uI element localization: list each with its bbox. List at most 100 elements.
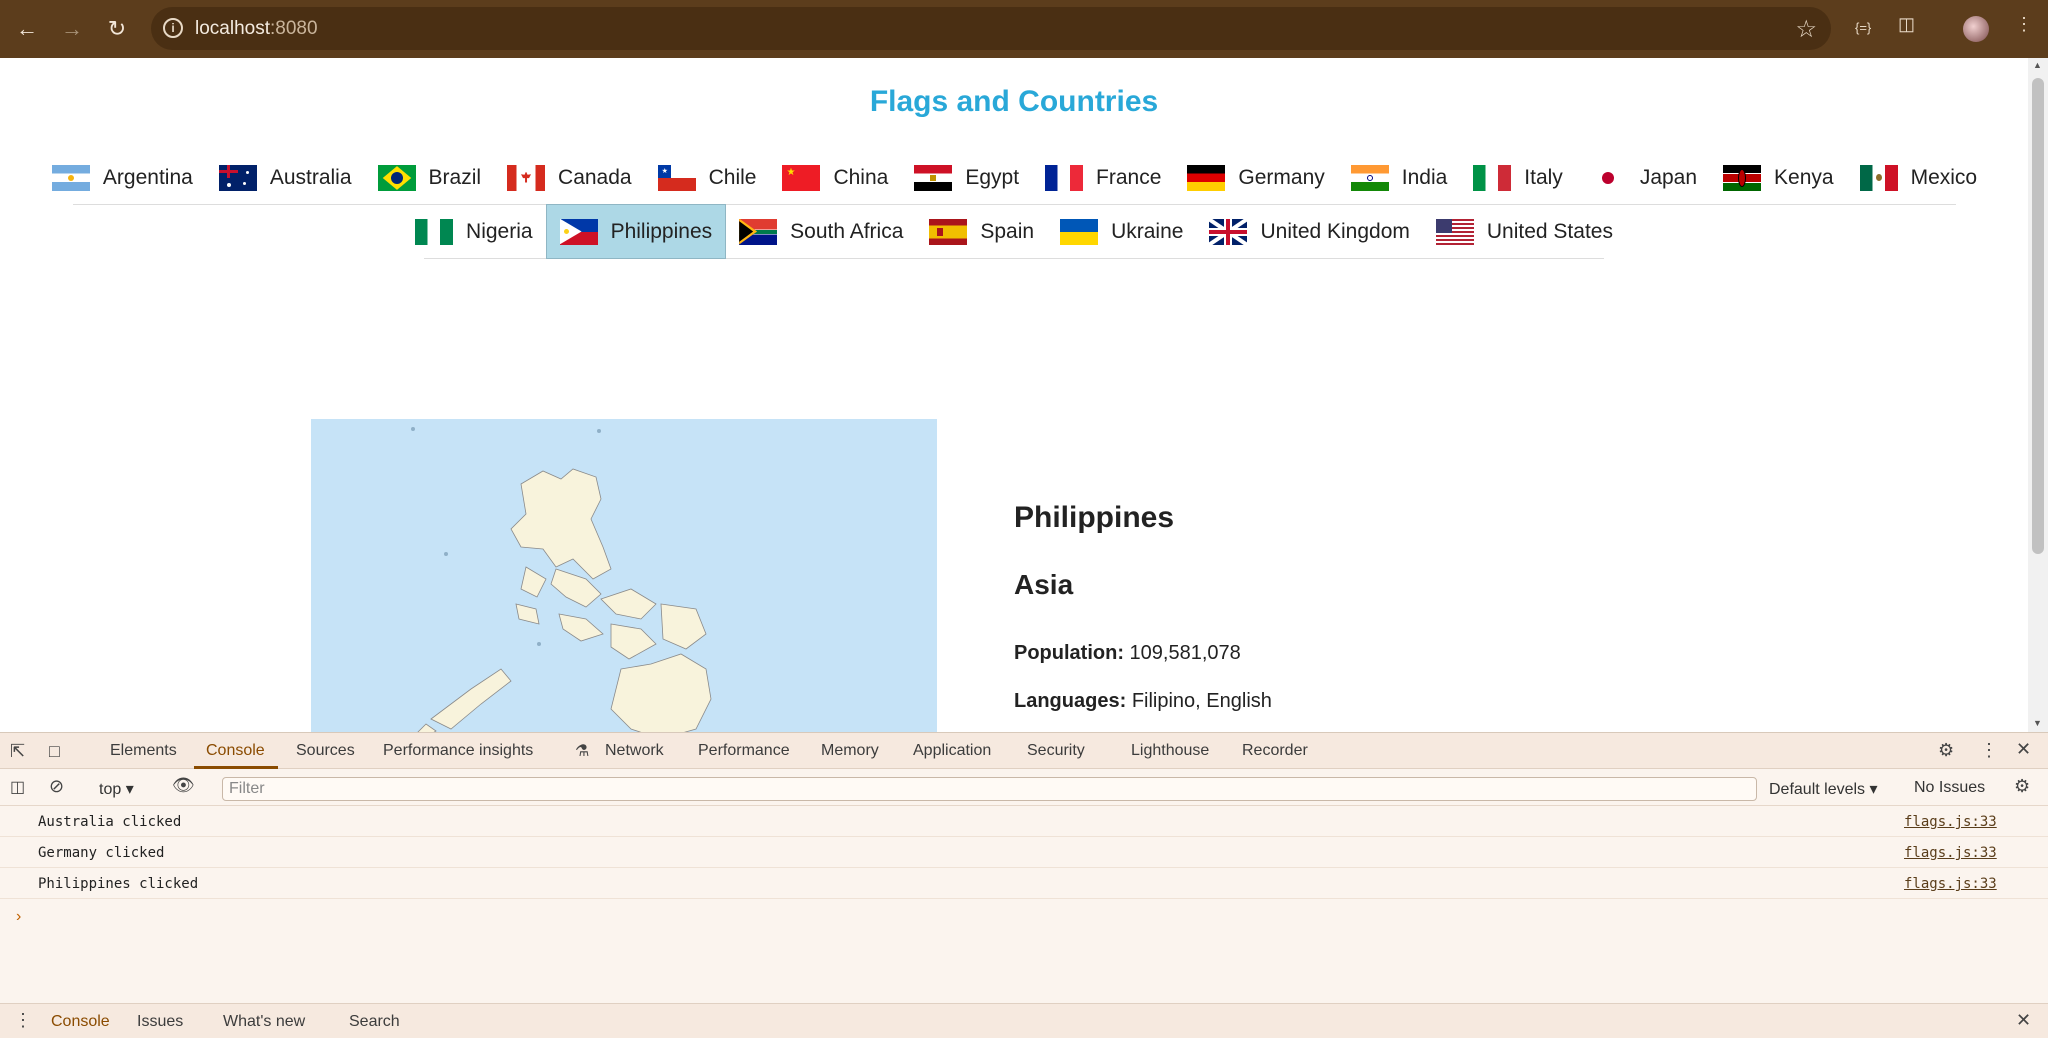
flag-label: Mexico: [1910, 165, 1978, 189]
chile-flag-icon: ★: [657, 164, 696, 191]
flag-item-south-africa[interactable]: South Africa: [726, 204, 916, 259]
page-scrollbar[interactable]: ▲ ▼: [2028, 58, 2048, 732]
back-icon[interactable]: ←: [12, 14, 42, 44]
tab-lighthouse[interactable]: Lighthouse: [1131, 742, 1209, 760]
log-message: Australia clicked: [38, 814, 182, 830]
philippines-flag-icon: [559, 218, 598, 245]
scroll-up-icon[interactable]: ▲: [2033, 60, 2042, 70]
settings-gear-icon[interactable]: ⚙: [1938, 740, 1954, 761]
population-line: Population: 109,581,078: [1014, 642, 1241, 665]
log-levels-dropdown[interactable]: Default levels ▾: [1769, 779, 1878, 799]
context-selector[interactable]: top ▾: [99, 779, 134, 799]
log-source-link[interactable]: flags.js:33: [1904, 876, 1997, 892]
flag-item-mexico[interactable]: Mexico: [1847, 150, 1991, 205]
flag-item-chile[interactable]: ★ Chile: [645, 150, 770, 205]
experiment-flask-icon: ⚗: [575, 743, 590, 760]
issues-counter[interactable]: No Issues: [1914, 779, 1985, 797]
extension-json-icon[interactable]: {=}: [1855, 20, 1871, 35]
address-bar[interactable]: i localhost:8080 ☆: [151, 7, 1831, 50]
url-host: localhost: [195, 18, 270, 39]
flag-item-india[interactable]: India: [1338, 150, 1461, 205]
inspect-element-icon[interactable]: ⇱: [10, 741, 25, 762]
mexico-flag-icon: [1859, 164, 1898, 191]
console-log-row: Australia clicked flags.js:33: [0, 807, 2048, 837]
flag-item-australia[interactable]: Australia: [206, 150, 365, 205]
drawer-tab-console[interactable]: Console: [51, 1013, 110, 1031]
browser-toolbar: ← → ↻ i localhost:8080 ☆ {=} ◫ ⋮: [0, 0, 2048, 58]
flag-item-italy[interactable]: Italy: [1460, 150, 1576, 205]
sidebar-toggle-icon[interactable]: ◫: [10, 777, 25, 797]
tab-network[interactable]: Network: [605, 742, 664, 760]
extensions-puzzle-icon[interactable]: ◫: [1898, 14, 1915, 35]
more-options-icon[interactable]: ⋮: [1980, 740, 1998, 761]
south-africa-flag-icon: [739, 218, 778, 245]
live-expression-eye-icon[interactable]: 👁: [172, 775, 195, 796]
drawer-tab-search[interactable]: Search: [349, 1013, 400, 1031]
forward-icon[interactable]: →: [57, 14, 87, 44]
tab-application[interactable]: Application: [913, 742, 991, 760]
india-flag-icon: [1350, 164, 1389, 191]
flag-label: United Kingdom: [1260, 219, 1410, 243]
flag-item-brazil[interactable]: Brazil: [365, 150, 495, 205]
console-settings-icon[interactable]: ⚙: [2014, 776, 2030, 797]
flag-item-nigeria[interactable]: Nigeria: [402, 204, 546, 259]
site-info-icon[interactable]: i: [163, 18, 183, 38]
flag-item-kenya[interactable]: Kenya: [1710, 150, 1847, 205]
profile-avatar[interactable]: [1963, 16, 1989, 42]
tab-performance[interactable]: Performance: [698, 742, 790, 760]
flag-label: South Africa: [790, 219, 904, 243]
egypt-flag-icon: [914, 164, 953, 191]
flag-item-united-kingdom[interactable]: United Kingdom: [1196, 204, 1422, 259]
italy-flag-icon: [1473, 164, 1512, 191]
device-toolbar-icon[interactable]: □: [49, 741, 60, 762]
console-filter-input[interactable]: Filter: [222, 777, 1757, 801]
filter-placeholder: Filter: [229, 780, 265, 797]
drawer-tab-what-s-new[interactable]: What's new: [223, 1013, 305, 1031]
argentina-flag-icon: [51, 164, 90, 191]
flag-label: Nigeria: [466, 219, 533, 243]
country-map: [311, 419, 937, 732]
scrollbar-thumb[interactable]: [2032, 78, 2044, 554]
tab-sources[interactable]: Sources: [296, 742, 355, 760]
flag-item-spain[interactable]: Spain: [916, 204, 1047, 259]
drawer-menu-icon[interactable]: ⋮: [14, 1010, 32, 1031]
log-source-link[interactable]: flags.js:33: [1904, 845, 1997, 861]
reload-icon[interactable]: ↻: [102, 14, 132, 44]
flag-item-argentina[interactable]: Argentina: [39, 150, 206, 205]
log-source-link[interactable]: flags.js:33: [1904, 814, 1997, 830]
tab-performance-insights[interactable]: Performance insights: [383, 742, 533, 760]
flag-row-2: Nigeria Philippines South Africa Spain Ukrai…: [415, 204, 1613, 259]
tab-console[interactable]: Console: [206, 742, 265, 760]
scroll-down-icon[interactable]: ▼: [2033, 718, 2042, 728]
flag-item-china[interactable]: ★ China: [769, 150, 901, 205]
languages-value: Filipino, English: [1131, 690, 1272, 712]
flag-label: France: [1096, 165, 1162, 189]
close-devtools-icon[interactable]: ✕: [2016, 739, 2031, 760]
flag-item-germany[interactable]: Germany: [1174, 150, 1337, 205]
flag-label: Italy: [1524, 165, 1563, 189]
flag-item-united-states[interactable]: United States: [1423, 204, 1626, 259]
france-flag-icon: [1045, 164, 1084, 191]
tab-security[interactable]: Security: [1027, 742, 1085, 760]
japan-flag-icon: [1588, 164, 1627, 191]
flag-item-japan[interactable]: Japan: [1576, 150, 1710, 205]
levels-label: Default levels: [1769, 781, 1866, 798]
close-drawer-icon[interactable]: ✕: [2016, 1010, 2031, 1031]
flag-item-philippines[interactable]: Philippines: [545, 204, 727, 259]
console-prompt-icon[interactable]: ›: [16, 908, 21, 926]
flag-item-france[interactable]: France: [1032, 150, 1174, 205]
flag-label: Canada: [558, 165, 632, 189]
url-port: :8080: [270, 18, 318, 39]
devtools-panel: ⇱ □ Elements Console Sources Performance in…: [0, 732, 2048, 1038]
tab-elements[interactable]: Elements: [110, 742, 177, 760]
flag-item-ukraine[interactable]: Ukraine: [1047, 204, 1196, 259]
clear-console-icon[interactable]: ⊘: [49, 776, 64, 797]
tab-recorder[interactable]: Recorder: [1242, 742, 1308, 760]
bookmark-star-icon[interactable]: ☆: [1795, 15, 1817, 44]
browser-menu-icon[interactable]: ⋮: [2015, 14, 2033, 35]
drawer-tab-issues[interactable]: Issues: [137, 1013, 183, 1031]
flag-item-egypt[interactable]: Egypt: [901, 150, 1032, 205]
flag-item-canada[interactable]: Canada: [494, 150, 645, 205]
flag-label: United States: [1486, 219, 1613, 243]
tab-memory[interactable]: Memory: [821, 742, 879, 760]
